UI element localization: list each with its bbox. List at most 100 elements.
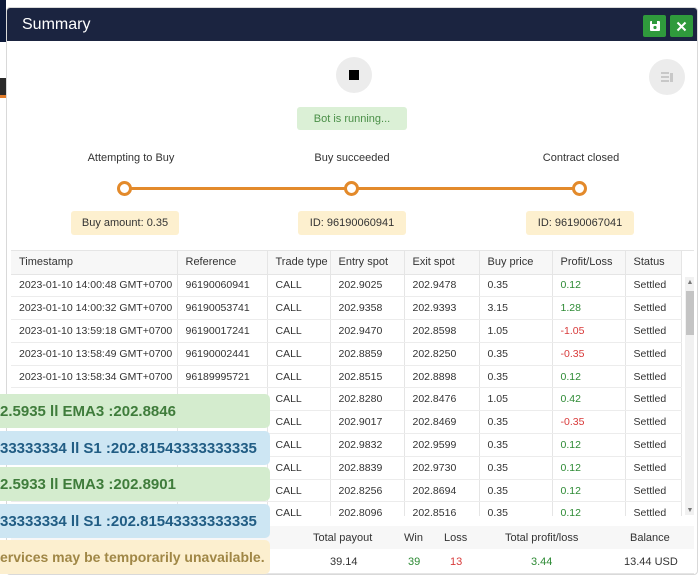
cell-entry-spot: 202.8256 bbox=[330, 479, 405, 503]
cell-status: Settled bbox=[625, 319, 682, 343]
cell-profit-loss: -1.05 bbox=[552, 319, 626, 343]
step-label-closed: Contract closed bbox=[542, 152, 620, 164]
col-timestamp[interactable]: Timestamp bbox=[11, 251, 178, 275]
cell-profit-loss: 0.12 bbox=[552, 456, 626, 480]
cell-buy-price: 1.05 bbox=[479, 387, 553, 412]
cell-entry-spot: 202.8515 bbox=[330, 365, 405, 389]
window-titlebar: Summary bbox=[7, 8, 697, 41]
cell-buy-price: 0.35 bbox=[479, 274, 553, 298]
col-reference[interactable]: Reference bbox=[177, 251, 268, 275]
scroll-thumb[interactable] bbox=[686, 291, 694, 335]
cell-reference: 96189995721 bbox=[177, 365, 268, 389]
cell-buy-price: 0.35 bbox=[479, 410, 553, 435]
total-payout-label: Total payout bbox=[313, 532, 373, 544]
cell-buy-price: 0.35 bbox=[479, 501, 553, 516]
cell-entry-spot: 202.8859 bbox=[330, 342, 405, 366]
loss-label: Loss bbox=[444, 532, 468, 544]
cell-status: Settled bbox=[625, 274, 682, 298]
cell-entry-spot: 202.8280 bbox=[330, 387, 405, 412]
cell-trade-type: CALL bbox=[267, 342, 331, 366]
cell-buy-price: 0.35 bbox=[479, 433, 553, 457]
cell-profit-loss: 0.42 bbox=[552, 387, 626, 412]
col-status[interactable]: Status bbox=[625, 251, 682, 275]
cell-exit-spot: 202.8476 bbox=[404, 387, 480, 412]
close-button[interactable] bbox=[670, 15, 693, 37]
save-button[interactable] bbox=[643, 15, 666, 37]
scroll-down-arrow-icon[interactable]: ▼ bbox=[685, 507, 694, 514]
total-profit-label: Total profit/loss bbox=[505, 532, 579, 544]
s1-notification-1: 33333334 ll S1 :202.81543333333335 bbox=[0, 431, 270, 465]
cell-profit-loss: 0.12 bbox=[552, 365, 626, 389]
cell-profit-loss: -0.35 bbox=[552, 342, 626, 366]
cell-timestamp: 2023-01-10 14:00:32 GMT+0700 bbox=[11, 296, 178, 321]
step-label-attempting: Attempting to Buy bbox=[87, 152, 175, 164]
progress-node-2 bbox=[344, 181, 359, 196]
cell-trade-type: CALL bbox=[267, 274, 331, 298]
cell-entry-spot: 202.9832 bbox=[330, 433, 405, 457]
cell-trade-type: CALL bbox=[267, 501, 331, 516]
table-row: 2023-01-10 14:00:48 GMT+0700 96190060941 C… bbox=[11, 274, 682, 298]
cell-entry-spot: 202.9025 bbox=[330, 274, 405, 298]
buy-amount-badge: Buy amount: 0.35 bbox=[71, 211, 179, 235]
cell-entry-spot: 202.8096 bbox=[330, 501, 405, 516]
cell-trade-type: CALL bbox=[267, 479, 331, 503]
cell-entry-spot: 202.8839 bbox=[330, 456, 405, 480]
cell-exit-spot: 202.9478 bbox=[404, 274, 480, 298]
cell-status: Settled bbox=[625, 387, 682, 412]
cell-buy-price: 0.35 bbox=[479, 342, 553, 366]
scroll-up-arrow-icon[interactable]: ▲ bbox=[685, 279, 694, 286]
cell-exit-spot: 202.8469 bbox=[404, 410, 480, 435]
table-row: 2023-01-10 13:58:49 GMT+0700 96190002441 C… bbox=[11, 342, 682, 366]
cell-timestamp: 2023-01-10 13:58:49 GMT+0700 bbox=[11, 342, 178, 366]
col-exit-spot[interactable]: Exit spot bbox=[404, 251, 480, 275]
s1-notification-2: 33333334 ll S1 :202.81543333333335 bbox=[0, 504, 270, 538]
col-buy-price[interactable]: Buy price bbox=[479, 251, 553, 275]
table-row: 2023-01-10 14:00:32 GMT+0700 96190053741 C… bbox=[11, 296, 682, 321]
contract-id-badge: ID: 96190067041 bbox=[526, 211, 634, 235]
progress-node-1 bbox=[117, 181, 132, 196]
cell-timestamp: 2023-01-10 13:59:18 GMT+0700 bbox=[11, 319, 178, 343]
cell-entry-spot: 202.9017 bbox=[330, 410, 405, 435]
col-trade-type[interactable]: Trade type bbox=[267, 251, 331, 275]
cell-profit-loss: -0.35 bbox=[552, 410, 626, 435]
clear-stats-button[interactable] bbox=[649, 59, 685, 95]
col-entry-spot[interactable]: Entry spot bbox=[330, 251, 405, 275]
cell-status: Settled bbox=[625, 479, 682, 503]
buy-id-badge: ID: 96190060941 bbox=[298, 211, 406, 235]
cell-trade-type: CALL bbox=[267, 296, 331, 321]
cell-timestamp: 2023-01-10 13:58:34 GMT+0700 bbox=[11, 365, 178, 389]
table-scrollbar[interactable]: ▲ ▼ bbox=[685, 277, 694, 515]
table-row: 2023-01-10 13:59:18 GMT+0700 96190017241 C… bbox=[11, 319, 682, 343]
balance-value: 13.44 USD bbox=[624, 556, 678, 568]
cell-buy-price: 0.35 bbox=[479, 479, 553, 503]
cell-profit-loss: 1.28 bbox=[552, 296, 626, 321]
cell-status: Settled bbox=[625, 342, 682, 366]
floppy-disk-icon bbox=[649, 21, 660, 31]
ema-notification-1: 2.5935 ll EMA3 :202.8846 bbox=[0, 394, 270, 428]
cell-exit-spot: 202.8898 bbox=[404, 365, 480, 389]
stop-square-icon bbox=[349, 70, 359, 80]
total-payout-value: 39.14 bbox=[330, 556, 358, 568]
balance-label: Balance bbox=[630, 532, 670, 544]
cell-buy-price: 0.35 bbox=[479, 365, 553, 389]
cell-exit-spot: 202.8516 bbox=[404, 501, 480, 516]
bot-status-badge: Bot is running... bbox=[297, 107, 407, 130]
cell-profit-loss: 0.12 bbox=[552, 433, 626, 457]
total-profit-value: 3.44 bbox=[531, 556, 553, 568]
cell-trade-type: CALL bbox=[267, 433, 331, 457]
cell-exit-spot: 202.8250 bbox=[404, 342, 480, 366]
col-profit-loss[interactable]: Profit/Loss bbox=[552, 251, 626, 275]
cell-profit-loss: 0.12 bbox=[552, 274, 626, 298]
cell-trade-type: CALL bbox=[267, 456, 331, 480]
cell-buy-price: 3.15 bbox=[479, 296, 553, 321]
loss-value: 13 bbox=[450, 556, 463, 568]
clear-list-icon bbox=[661, 72, 673, 82]
cell-reference: 96190060941 bbox=[177, 274, 268, 298]
cell-trade-type: CALL bbox=[267, 365, 331, 389]
service-warning-notification: ervices may be temporarily unavailable. bbox=[0, 540, 270, 574]
cell-profit-loss: 0.12 bbox=[552, 501, 626, 516]
table-row: 2023-01-10 13:58:34 GMT+0700 96189995721 C… bbox=[11, 365, 682, 389]
stop-bot-button[interactable] bbox=[336, 57, 372, 93]
cell-entry-spot: 202.9358 bbox=[330, 296, 405, 321]
cell-reference: 96190002441 bbox=[177, 342, 268, 366]
